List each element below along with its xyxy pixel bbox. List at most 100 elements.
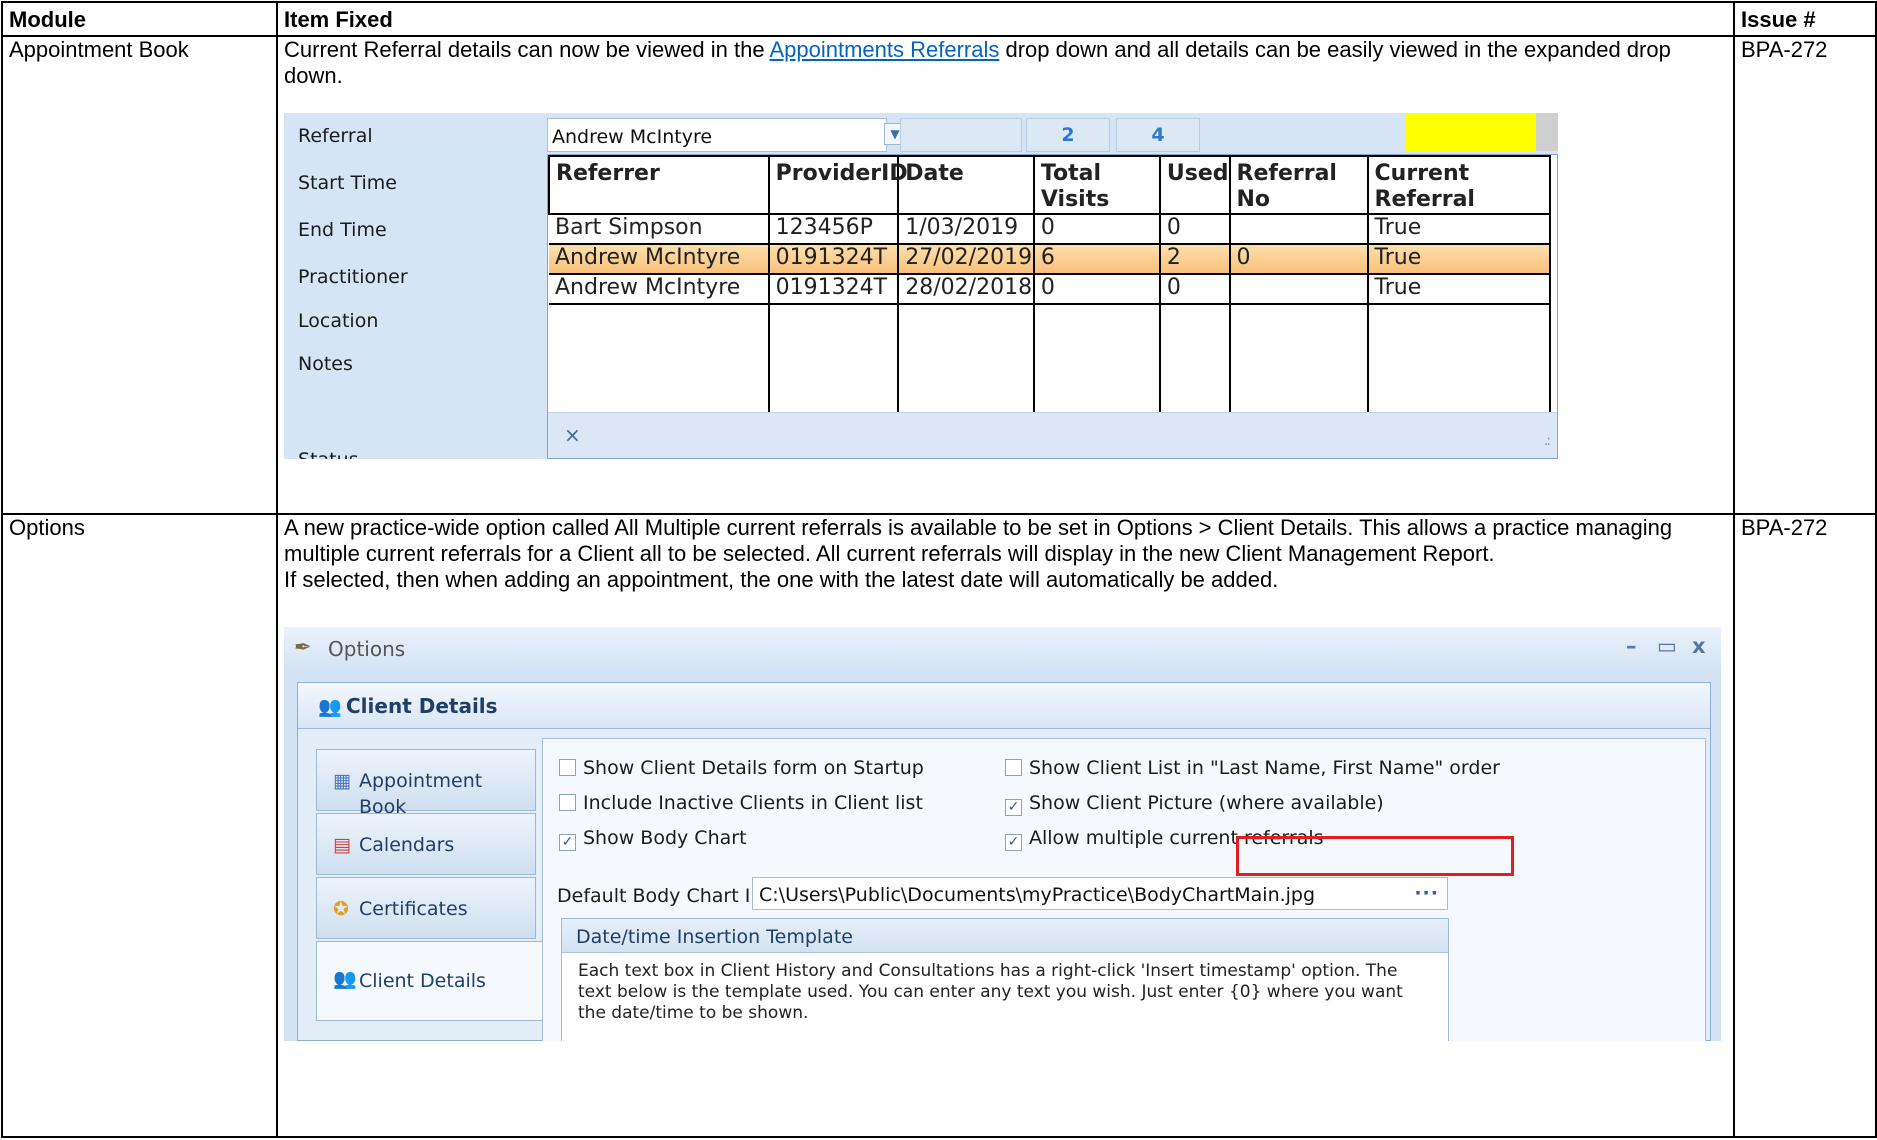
nav-appointment-book[interactable]: ▦ Appointment Book [316, 749, 536, 818]
check-icon: ✓ [559, 834, 576, 851]
appointments-referrals-link[interactable]: Appointments Referrals [769, 37, 999, 62]
grid-cell: 0 [1158, 273, 1231, 305]
checkbox-label: Show Body Chart [583, 827, 747, 849]
grid-cell: 27/02/2019 [897, 243, 1035, 275]
body-chart-path: C:\Users\Public\Documents\myPractice\Bod… [759, 884, 1316, 906]
body-chart-image-field[interactable]: C:\Users\Public\Documents\myPractice\Bod… [752, 877, 1448, 910]
grid-cell: 1/03/2019 [897, 213, 1035, 245]
close-icon[interactable]: x [1692, 633, 1706, 659]
yellow-indicator [1406, 113, 1536, 151]
datetime-template-panel: Date/time Insertion Template Each text b… [561, 918, 1449, 1041]
nav-client-details[interactable]: 👥 Client Details [316, 941, 542, 1021]
checkbox-box [559, 794, 576, 811]
dropdown-footer: × .: [548, 412, 1557, 458]
grid-cell: Bart Simpson [549, 213, 770, 245]
group-header: 👥 Client Details [298, 683, 1710, 729]
resize-grip-icon[interactable]: .: [1544, 428, 1551, 454]
checkbox-label: Include Inactive Clients in Client list [583, 792, 923, 814]
grid-cell: 0191324T [767, 243, 900, 275]
end-time-label: End Time [298, 219, 387, 241]
column-header[interactable]: Date [897, 155, 1035, 215]
grid-cell: 123456P [767, 213, 900, 245]
template-panel-text: Each text box in Client History and Cons… [578, 961, 1403, 1023]
highlight-box [1236, 836, 1514, 876]
header-item-fixed: Item Fixed [276, 1, 1735, 37]
grid-cell: Andrew McIntyre [549, 243, 770, 275]
checkbox-box [1005, 759, 1022, 776]
grid-cell: True [1366, 273, 1552, 305]
window-titlebar: ✒ Options – ▭ x [284, 627, 1721, 669]
item-description-2: If selected, then when adding an appoint… [284, 567, 1279, 592]
referral-label: Referral [298, 125, 373, 147]
grid-row[interactable]: Bart Simpson 123456P 1/03/2019 0 0 True [549, 213, 1552, 245]
module-cell: Appointment Book [1, 35, 278, 515]
grid-cell: Andrew McIntyre [549, 273, 770, 305]
nav-label: Calendars [359, 834, 455, 856]
nav-calendars[interactable]: ▤ Calendars [316, 813, 536, 875]
total-count-box: 4 [1116, 118, 1200, 152]
grid-row-selected[interactable]: Andrew McIntyre 0191324T 27/02/2019 6 2 … [549, 243, 1552, 275]
close-icon[interactable]: × [564, 422, 581, 448]
issue-cell: BPA-272 [1733, 513, 1877, 1138]
item-fixed-cell: A new practice-wide option called All Mu… [276, 513, 1735, 1138]
practitioner-label: Practitioner [298, 266, 408, 288]
minimize-icon[interactable]: – [1626, 633, 1637, 659]
maximize-icon[interactable]: ▭ [1657, 633, 1677, 659]
window-title: Options [328, 637, 406, 661]
notes-label: Notes [298, 353, 353, 375]
checkbox-label: Show Client List in "Last Name, First Na… [1029, 757, 1500, 779]
show-body-chart-checkbox[interactable]: ✓ Show Body Chart [559, 825, 747, 851]
appointment-book-icon: ▦ [333, 770, 351, 792]
blank-count-box [900, 118, 1022, 152]
client-details-icon: 👥 [318, 696, 342, 718]
grid-row[interactable]: Andrew McIntyre 0191324T 28/02/2018 0 0 … [549, 273, 1552, 305]
referral-combo-value: Andrew McIntyre [552, 126, 713, 148]
column-header[interactable]: Current Referral [1366, 155, 1552, 215]
column-header[interactable]: Used [1158, 155, 1231, 215]
item-description: A new practice-wide option called All Mu… [284, 515, 1673, 566]
grid-cell: 0191324T [767, 273, 900, 305]
nav-label: Client Details [359, 970, 486, 992]
column-header[interactable]: Referrer [548, 155, 770, 215]
check-icon: ✓ [1005, 834, 1022, 851]
grid-header-row: Referrer ProviderID Date Total Visits Us… [548, 155, 1552, 215]
checkbox-box [559, 759, 576, 776]
item-fixed-cell: Current Referral details can now be view… [276, 35, 1735, 515]
include-inactive-clients-checkbox[interactable]: Include Inactive Clients in Client list [559, 790, 923, 816]
referral-dropdown-grid: Referrer ProviderID Date Total Visits Us… [547, 154, 1558, 459]
browse-icon[interactable]: ··· [1414, 880, 1439, 906]
item-description: Current Referral details can now be view… [284, 37, 1733, 89]
client-details-group: 👥 Client Details ▦ Appointment Book ▤ Ca… [297, 682, 1711, 1041]
grid-cell: 0 [1032, 213, 1161, 245]
grid-cell: 28/02/2018 [897, 273, 1035, 305]
last-name-first-order-checkbox[interactable]: Show Client List in "Last Name, First Na… [1005, 755, 1500, 781]
grid-cell [1228, 213, 1369, 245]
referral-combobox[interactable]: Andrew McIntyre [547, 118, 887, 152]
show-client-picture-checkbox[interactable]: ✓ Show Client Picture (where available) [1005, 790, 1384, 816]
grid-cell: 0 [1032, 273, 1161, 305]
checkbox-label: Show Client Picture (where available) [1029, 792, 1384, 814]
grid-cell: 6 [1032, 243, 1161, 275]
description-text: Current Referral details can now be view… [284, 37, 770, 62]
column-header[interactable]: Total Visits [1032, 155, 1161, 215]
header-issue: Issue # [1733, 1, 1877, 37]
column-header[interactable]: Referral No [1228, 155, 1369, 215]
template-panel-title: Date/time Insertion Template [562, 919, 1448, 953]
column-header[interactable]: ProviderID [767, 155, 908, 215]
grid-cell: True [1366, 243, 1552, 275]
nav-certificates[interactable]: ✪ Certificates [316, 877, 536, 939]
table-row: Appointment Book Current Referral detail… [1, 35, 1877, 515]
grey-indicator [1536, 113, 1558, 151]
location-label: Location [298, 310, 379, 332]
certificate-icon: ✪ [333, 898, 349, 920]
show-details-on-startup-checkbox[interactable]: Show Client Details form on Startup [559, 755, 924, 781]
module-cell: Options [1, 513, 278, 1138]
start-time-label: Start Time [298, 172, 397, 194]
calendar-icon: ▤ [333, 834, 351, 856]
table-row: Options A new practice-wide option calle… [1, 513, 1877, 1138]
options-feather-icon: ✒ [294, 635, 312, 659]
grid-cell: 0 [1228, 243, 1369, 275]
nav-label: Certificates [359, 898, 468, 920]
status-label: Status [298, 447, 359, 459]
grid-cell [1228, 273, 1369, 305]
